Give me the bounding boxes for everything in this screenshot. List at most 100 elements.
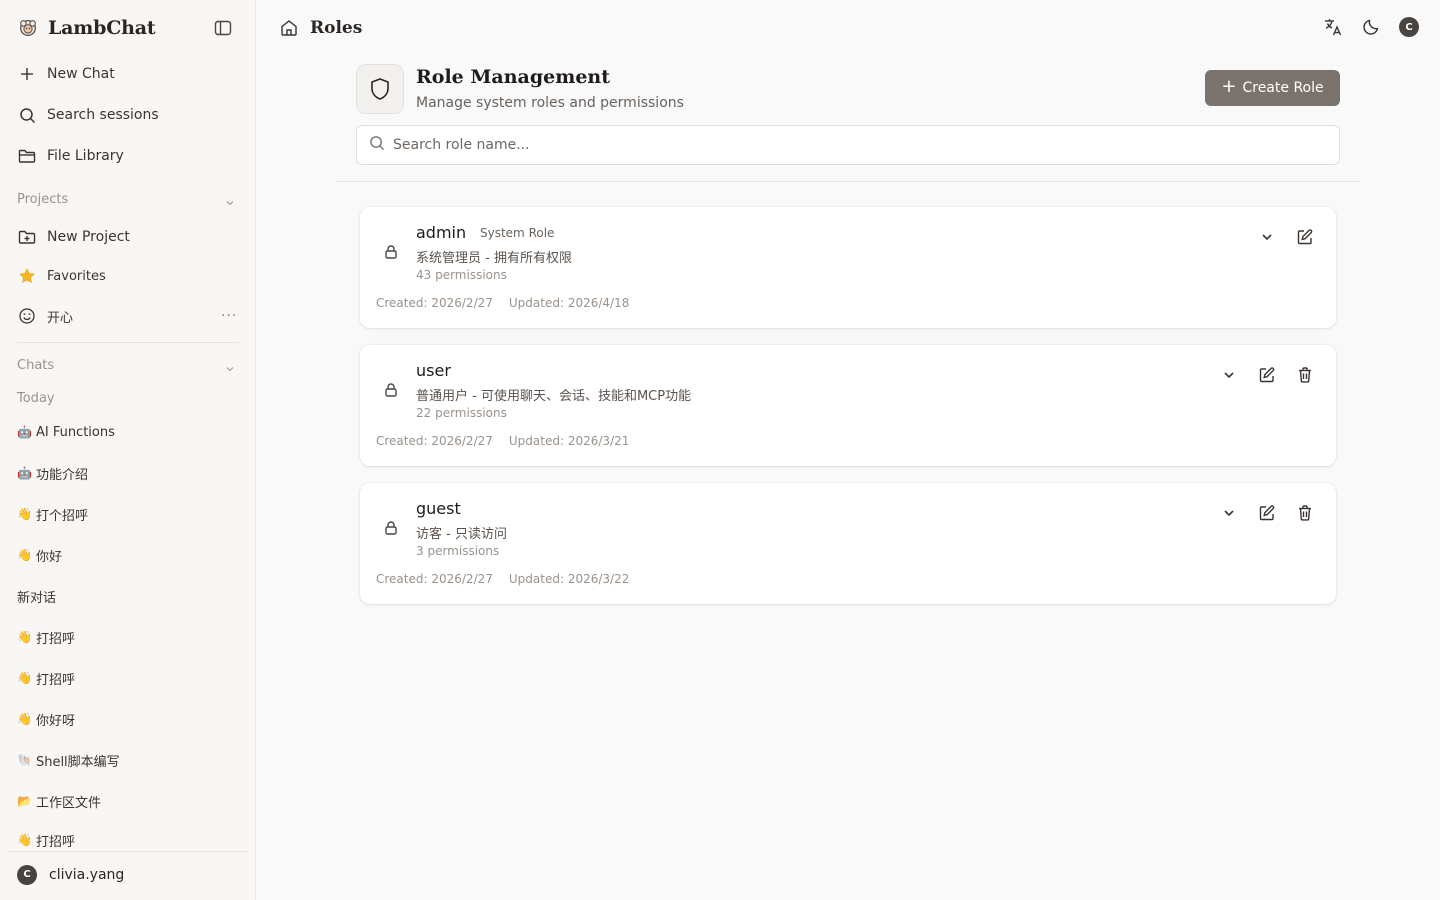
top-bar: Roles C [256, 0, 1440, 56]
chats-chevron-down-icon[interactable] [224, 360, 238, 374]
search-sessions-label: Search sessions [47, 107, 159, 123]
chat-item[interactable]: 👋 打招呼 [17, 831, 75, 849]
chat-emoji: 👋 [17, 712, 32, 726]
chat-emoji: 🤖 [17, 425, 32, 439]
role-card-user: user 普通用户 - 可使用聊天、会话、技能和MCP功能 22 permiss… [360, 345, 1336, 466]
sidebar: LambChat New Chat Search sessions File L… [0, 0, 256, 900]
top-actions: C [1322, 16, 1420, 38]
chat-emoji: 👋 [17, 671, 32, 685]
chevron-down-icon[interactable] [1257, 227, 1277, 247]
created-date: Created: 2026/2/27 [376, 572, 493, 586]
system-role-badge: System Role [480, 226, 555, 240]
chat-item[interactable]: 🤖 AI Functions [17, 422, 115, 442]
role-search-input[interactable] [393, 137, 1293, 153]
role-description: 访客 - 只读访问 [416, 527, 507, 542]
role-card-admin: admin System Role 系统管理员 - 拥有所有权限 43 perm… [360, 207, 1336, 328]
home-icon[interactable] [278, 17, 300, 39]
breadcrumb: Roles [278, 15, 362, 41]
chats-section-label: Chats [17, 358, 55, 373]
search-sessions-button[interactable]: Search sessions [8, 98, 240, 132]
role-dates: Created: 2026/2/27 Updated: 2026/3/22 [376, 572, 629, 586]
file-library-button[interactable]: File Library [8, 139, 240, 173]
today-label: Today [17, 391, 55, 406]
lock-icon [384, 520, 400, 538]
role-name: guest [416, 499, 461, 518]
chat-title: 打招呼 [35, 672, 75, 688]
created-date: Created: 2026/2/27 [376, 296, 493, 310]
chat-title: AI Functions [35, 424, 115, 440]
chat-emoji: 👋 [17, 833, 32, 847]
brand-title: LambChat [48, 17, 156, 39]
role-management-title: Role Management [416, 66, 611, 88]
chat-emoji: 🤖 [17, 466, 32, 480]
projects-section-label: Projects [17, 192, 69, 207]
project-item-kaixin[interactable]: 开心 [8, 299, 240, 333]
plus-icon [17, 64, 37, 84]
chat-item[interactable]: 🐚 Shell脚本编写 [17, 750, 120, 770]
trash-icon[interactable] [1295, 365, 1315, 385]
chat-item[interactable]: 🤖 功能介绍 [17, 463, 88, 483]
sidebar-toggle-icon[interactable] [212, 17, 234, 39]
lock-icon [384, 244, 400, 262]
user-profile-button[interactable]: C clivia.yang [8, 851, 248, 897]
edit-icon[interactable] [1257, 503, 1277, 523]
chat-item[interactable]: 👋 你好 [17, 545, 62, 565]
page-header: Role Management Manage system roles and … [356, 64, 1340, 116]
chat-item[interactable]: 👋 打个招呼 [17, 504, 88, 524]
chat-item[interactable]: 👋 打招呼 [17, 668, 75, 688]
chat-emoji: 👋 [17, 507, 32, 521]
projects-chevron-down-icon[interactable] [224, 194, 238, 208]
search-icon [369, 135, 385, 155]
avatar: C [17, 864, 37, 885]
chevron-down-icon[interactable] [1219, 365, 1239, 385]
updated-date: Updated: 2026/3/21 [508, 434, 630, 448]
chat-title: 新对话 [17, 590, 57, 606]
create-role-label: Create Role [1242, 80, 1324, 96]
role-permission-count: 3 permissions [416, 544, 500, 558]
sidebar-divider [17, 342, 239, 343]
new-chat-button[interactable]: New Chat [8, 57, 240, 91]
dark-mode-moon-icon[interactable] [1360, 16, 1382, 38]
role-card-guest: guest 访客 - 只读访问 3 permissions Created: 2… [360, 483, 1336, 604]
chat-item[interactable]: 👋 你好呀 [17, 709, 75, 729]
chat-item[interactable]: 👋 打招呼 [17, 627, 75, 647]
role-permission-count: 43 permissions [416, 268, 507, 282]
role-name: admin [416, 223, 467, 242]
folder-icon [17, 146, 37, 166]
chevron-down-icon[interactable] [1219, 503, 1239, 523]
chat-item[interactable]: 📂 工作区文件 [17, 791, 101, 811]
edit-icon[interactable] [1295, 227, 1315, 247]
file-library-label: File Library [47, 148, 124, 164]
favorites-item[interactable]: Favorites [8, 259, 240, 293]
chat-title: 打招呼 [35, 834, 75, 850]
project-more-icon[interactable]: ··· [221, 308, 237, 324]
favorites-label: Favorites [47, 268, 106, 284]
brand[interactable]: LambChat [16, 14, 156, 42]
role-permission-count: 22 permissions [416, 406, 507, 420]
role-dates: Created: 2026/2/27 Updated: 2026/3/21 [376, 434, 629, 448]
translate-icon[interactable] [1322, 16, 1344, 38]
chat-emoji: 👋 [17, 548, 32, 562]
smile-icon [17, 306, 37, 326]
updated-date: Updated: 2026/3/22 [508, 572, 630, 586]
chat-emoji: 👋 [17, 630, 32, 644]
role-search-box[interactable] [356, 125, 1340, 165]
chat-emoji: 📂 [17, 794, 32, 808]
chat-title: Shell脚本编写 [35, 754, 120, 770]
folder-plus-icon [17, 227, 37, 247]
trash-icon[interactable] [1295, 503, 1315, 523]
role-description: 普通用户 - 可使用聊天、会话、技能和MCP功能 [416, 389, 692, 404]
account-avatar[interactable]: C [1398, 16, 1420, 38]
new-project-label: New Project [47, 229, 130, 245]
content-divider [336, 181, 1360, 182]
edit-icon[interactable] [1257, 365, 1277, 385]
chat-emoji: 🐚 [17, 753, 32, 767]
create-role-button[interactable]: + Create Role [1205, 70, 1340, 106]
avatar-initial: C [1399, 17, 1419, 37]
role-dates: Created: 2026/2/27 Updated: 2026/4/18 [376, 296, 629, 310]
search-icon [17, 105, 37, 125]
new-chat-label: New Chat [47, 66, 115, 82]
new-project-button[interactable]: New Project [8, 220, 240, 254]
chat-title: 打个招呼 [35, 508, 88, 524]
chat-item[interactable]: 新对话 [17, 586, 56, 606]
